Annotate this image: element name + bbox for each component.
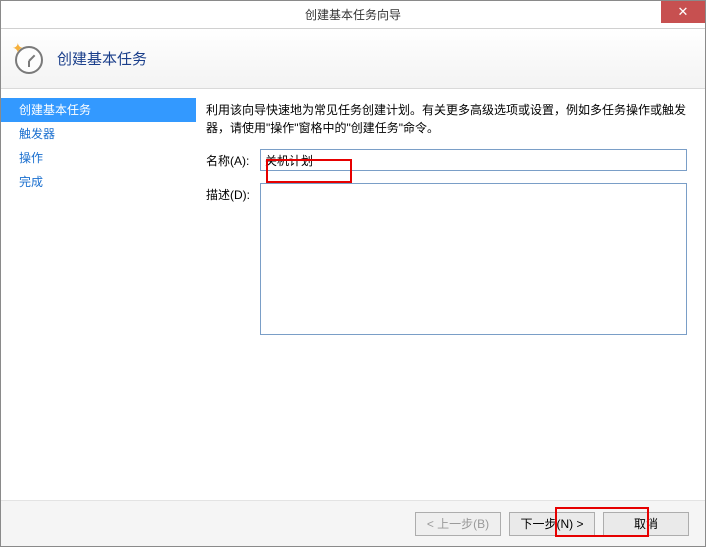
- close-button[interactable]: ✕: [661, 1, 705, 23]
- sidebar-item-label: 触发器: [19, 127, 55, 141]
- next-button[interactable]: 下一步(N) >: [509, 512, 595, 536]
- task-wizard-icon: ✦: [15, 44, 45, 74]
- next-button-label: 下一步(N) >: [520, 517, 583, 531]
- sidebar-item-label: 创建基本任务: [19, 103, 91, 117]
- body: 创建基本任务 触发器 操作 完成 利用该向导快速地为常见任务创建计划。有关更多高…: [1, 89, 705, 500]
- intro-text: 利用该向导快速地为常见任务创建计划。有关更多高级选项或设置，例如多任务操作或触发…: [206, 101, 687, 137]
- cancel-button-label: 取消: [634, 517, 658, 531]
- sidebar: 创建基本任务 触发器 操作 完成: [1, 89, 196, 500]
- back-button: < 上一步(B): [415, 512, 501, 536]
- name-input[interactable]: [260, 149, 687, 171]
- name-row: 名称(A):: [206, 149, 687, 171]
- sidebar-item-label: 操作: [19, 151, 43, 165]
- footer: < 上一步(B) 下一步(N) > 取消: [1, 500, 705, 546]
- close-icon: ✕: [678, 4, 689, 20]
- wizard-window: 创建基本任务向导 ✕ ✦ 创建基本任务 创建基本任务 触发器 操作 完成 利用该…: [0, 0, 706, 547]
- header-banner: ✦ 创建基本任务: [1, 29, 705, 89]
- window-title: 创建基本任务向导: [305, 6, 401, 23]
- back-button-label: < 上一步(B): [427, 517, 489, 531]
- sidebar-item-create-basic-task[interactable]: 创建基本任务: [1, 98, 196, 122]
- page-title: 创建基本任务: [57, 48, 147, 69]
- sidebar-item-trigger[interactable]: 触发器: [1, 122, 196, 146]
- cancel-button[interactable]: 取消: [603, 512, 689, 536]
- description-row: 描述(D):: [206, 183, 687, 335]
- content-area: 利用该向导快速地为常见任务创建计划。有关更多高级选项或设置，例如多任务操作或触发…: [196, 89, 705, 500]
- sidebar-item-finish[interactable]: 完成: [1, 170, 196, 194]
- sidebar-item-action[interactable]: 操作: [1, 146, 196, 170]
- titlebar: 创建基本任务向导 ✕: [1, 1, 705, 29]
- description-textarea[interactable]: [260, 183, 687, 335]
- name-label: 名称(A):: [206, 149, 260, 171]
- description-label: 描述(D):: [206, 183, 260, 335]
- sidebar-item-label: 完成: [19, 175, 43, 189]
